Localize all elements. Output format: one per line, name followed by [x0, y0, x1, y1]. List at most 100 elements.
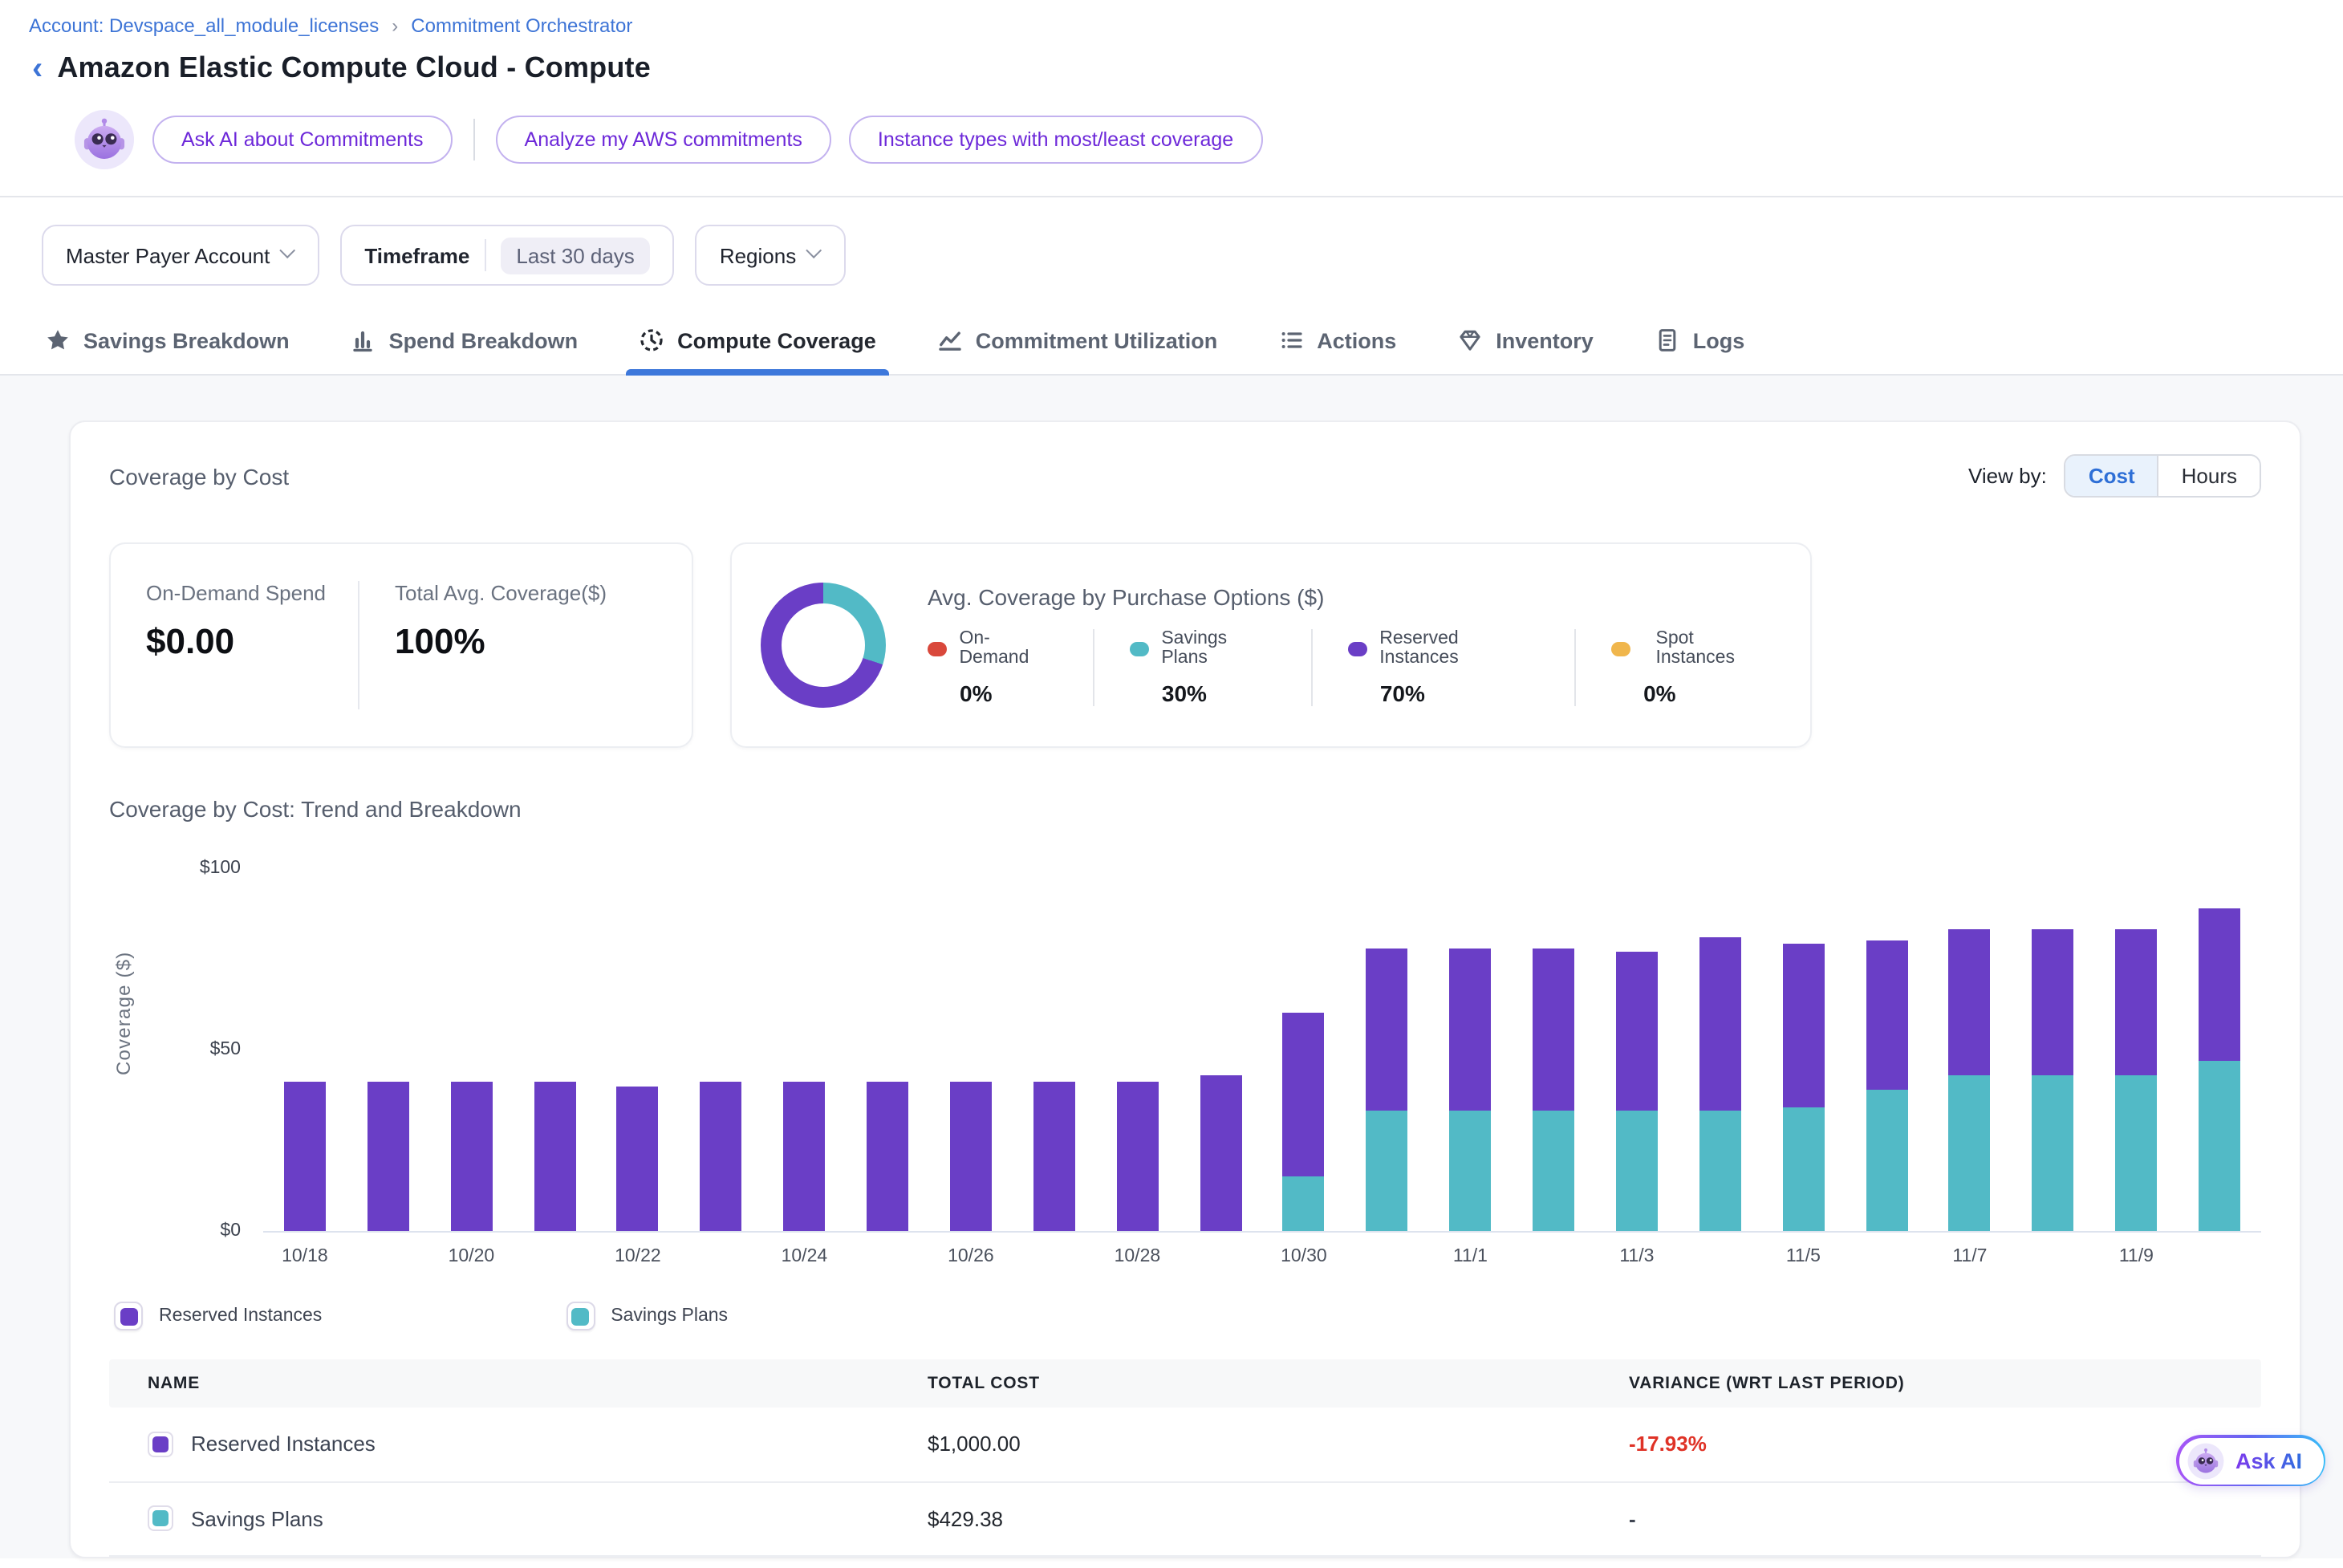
bar-10/20[interactable]: [450, 1083, 492, 1231]
bar-10/29[interactable]: [1200, 1075, 1241, 1231]
x-tick-label: 10/30: [1262, 1247, 1346, 1266]
bar-10/30[interactable]: [1283, 1014, 1325, 1231]
tab-savings-breakdown[interactable]: Savings Breakdown: [42, 310, 293, 374]
bar-10/31[interactable]: [1366, 948, 1408, 1231]
ask-ai-floating-button[interactable]: Ask AI: [2177, 1435, 2325, 1486]
bar-10/23[interactable]: [700, 1083, 742, 1231]
bar-11/5[interactable]: [1782, 944, 1824, 1231]
on-demand-spend-value: $0.00: [146, 621, 326, 663]
view-by-cost-option[interactable]: Cost: [2066, 456, 2158, 496]
kpi-card: On-Demand Spend $0.00 Total Avg. Coverag…: [109, 542, 693, 748]
legend-savings-plans[interactable]: Savings Plans: [566, 1302, 728, 1330]
bar-10/22[interactable]: [617, 1086, 659, 1231]
coverage-panel: Coverage by Cost View by: Cost Hours On-…: [69, 420, 2301, 1558]
bar-10/28[interactable]: [1116, 1083, 1158, 1231]
timeframe-filter[interactable]: Timeframe Last 30 days: [340, 225, 674, 286]
x-tick-label: [1013, 1247, 1096, 1266]
regions-dropdown-label: Regions: [720, 243, 796, 267]
x-tick-label: [846, 1247, 929, 1266]
kpi-divider: [358, 581, 359, 709]
bar-10/27[interactable]: [1033, 1083, 1075, 1231]
account-dropdown-label: Master Payer Account: [66, 243, 270, 267]
spot-instances-dot-icon: [1611, 641, 1630, 656]
on-demand-spend-label: On-Demand Spend: [146, 581, 326, 605]
legend-item-spot-instances: Spot Instances 0%: [1611, 629, 1775, 706]
savings-plans-dot-icon: [1130, 641, 1148, 656]
filter-bar: Master Payer Account Timeframe Last 30 d…: [0, 197, 2343, 310]
ai-robot-icon: [2187, 1442, 2224, 1479]
tab-commitment-utilization[interactable]: Commitment Utilization: [934, 310, 1221, 374]
package-icon: [1457, 327, 1483, 353]
x-tick-label: [347, 1247, 430, 1266]
line-chart-icon: [937, 327, 963, 353]
y-tick-50: $50: [210, 1040, 241, 1059]
x-tick-label: 11/9: [2095, 1247, 2179, 1266]
ai-suggestions-bar: Ask AI about Commitments Analyze my AWS …: [29, 109, 2301, 170]
x-tick-label: 10/20: [430, 1247, 514, 1266]
chart-legend: Reserved Instances Savings Plans: [109, 1302, 2261, 1330]
y-tick-100: $100: [200, 859, 241, 878]
bar-11/9[interactable]: [2115, 930, 2157, 1231]
view-by-hours-option[interactable]: Hours: [2158, 456, 2260, 496]
commitment-orchestrator-page: Account: Devspace_all_module_licenses › …: [0, 0, 2343, 1568]
x-tick-label: 10/24: [763, 1247, 847, 1266]
legend-item-savings-plans: Savings Plans 30%: [1130, 629, 1313, 706]
x-tick-label: 11/5: [1762, 1247, 1846, 1266]
legend-reserved-instances[interactable]: Reserved Instances: [114, 1302, 322, 1330]
bar-11/4[interactable]: [1699, 937, 1741, 1231]
breadcrumb-section-link[interactable]: Commitment Orchestrator: [411, 14, 632, 37]
y-tick-0: $0: [220, 1221, 241, 1241]
tab-spend-breakdown[interactable]: Spend Breakdown: [347, 310, 582, 374]
ask-ai-label: Ask AI: [2235, 1448, 2302, 1473]
savings-plans-swatch-icon: [566, 1302, 595, 1330]
star-icon: [45, 327, 71, 353]
y-axis-label: Coverage ($): [112, 952, 135, 1075]
page-title: Amazon Elastic Compute Cloud - Compute: [57, 51, 651, 85]
x-tick-label: 11/3: [1595, 1247, 1679, 1266]
instance-types-coverage-button[interactable]: Instance types with most/least coverage: [849, 116, 1262, 164]
panel-title: Coverage by Cost: [109, 463, 289, 489]
breadcrumb-account-link[interactable]: Account: Devspace_all_module_licenses: [29, 14, 379, 37]
stacked-bars[interactable]: [263, 870, 2261, 1233]
table-row[interactable]: Reserved Instances $1,000.00 -17.93%: [109, 1408, 2261, 1482]
bar-10/26[interactable]: [950, 1083, 992, 1231]
tab-actions[interactable]: Actions: [1275, 310, 1399, 374]
trend-breakdown-title: Coverage by Cost: Trend and Breakdown: [109, 796, 2261, 822]
x-axis-labels: 10/1810/2010/2210/2410/2610/2810/3011/11…: [263, 1247, 2261, 1266]
tab-logs[interactable]: Logs: [1651, 310, 1748, 374]
reserved-instances-chip-icon: [148, 1432, 173, 1457]
x-tick-label: [680, 1247, 763, 1266]
breadcrumb: Account: Devspace_all_module_licenses › …: [29, 14, 2301, 37]
analyze-aws-commitments-button[interactable]: Analyze my AWS commitments: [496, 116, 831, 164]
account-dropdown[interactable]: Master Payer Account: [42, 225, 319, 286]
purchase-options-title: Avg. Coverage by Purchase Options ($): [928, 584, 1775, 610]
bar-11/7[interactable]: [1949, 930, 1991, 1231]
ai-bar-divider: [473, 119, 475, 160]
bar-10/18[interactable]: [284, 1083, 326, 1231]
purchase-options-card: Avg. Coverage by Purchase Options ($) On…: [730, 542, 1812, 748]
bar-10/19[interactable]: [367, 1083, 409, 1231]
bar-11/10[interactable]: [2199, 908, 2240, 1231]
legend-item-on-demand: On-Demand 0%: [928, 629, 1094, 706]
tab-inventory[interactable]: Inventory: [1454, 310, 1597, 374]
chevron-down-icon: [806, 242, 822, 258]
ask-ai-commitments-button[interactable]: Ask AI about Commitments: [152, 116, 453, 164]
bar-10/25[interactable]: [867, 1083, 908, 1231]
back-chevron-icon[interactable]: ‹: [32, 54, 43, 83]
tab-compute-coverage[interactable]: Compute Coverage: [635, 310, 879, 374]
tab-bar: Savings Breakdown Spend Breakdown Comput…: [0, 310, 2343, 376]
bar-11/3[interactable]: [1616, 952, 1658, 1231]
regions-dropdown[interactable]: Regions: [696, 225, 846, 286]
chevron-down-icon: [280, 242, 296, 258]
bar-11/2[interactable]: [1533, 948, 1574, 1231]
bar-10/21[interactable]: [534, 1083, 575, 1231]
page-header: Account: Devspace_all_module_licenses › …: [0, 0, 2343, 197]
bar-10/24[interactable]: [783, 1083, 825, 1231]
coverage-clock-icon: [639, 327, 664, 353]
bar-11/6[interactable]: [1866, 940, 1907, 1231]
table-row[interactable]: Savings Plans $429.38 -: [109, 1482, 2261, 1557]
legend-item-reserved-instances: Reserved Instances 70%: [1348, 629, 1576, 706]
bar-11/1[interactable]: [1449, 948, 1491, 1231]
on-demand-dot-icon: [928, 641, 946, 656]
bar-11/8[interactable]: [2032, 930, 2074, 1231]
